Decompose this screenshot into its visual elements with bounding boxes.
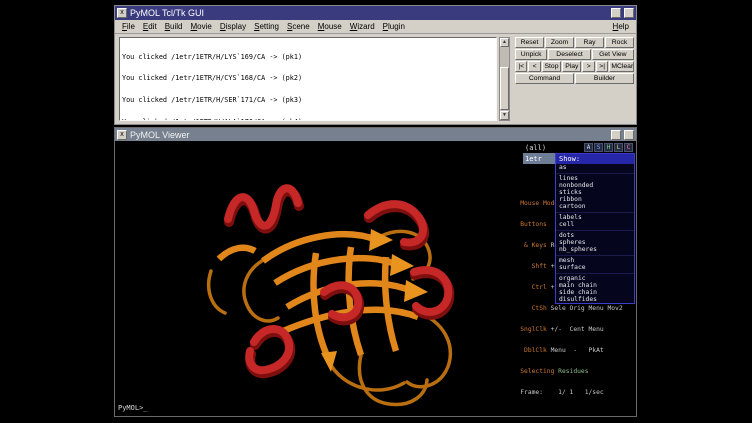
menu-item-dots[interactable]: dots bbox=[556, 230, 634, 239]
mclear-button[interactable]: MClear bbox=[609, 61, 634, 72]
menu-item-side-chain[interactable]: side chain bbox=[556, 289, 634, 296]
menu-item-main-chain[interactable]: main chain bbox=[556, 282, 634, 289]
menu-help[interactable]: Help bbox=[609, 22, 633, 31]
rock-button[interactable]: Rock bbox=[605, 37, 634, 48]
play-button[interactable]: Play bbox=[562, 61, 581, 72]
builder-button[interactable]: Builder bbox=[575, 73, 634, 84]
step-back-button[interactable]: < bbox=[528, 61, 540, 72]
deselect-button[interactable]: Deselect bbox=[548, 49, 590, 60]
menu-item-surface[interactable]: surface bbox=[556, 264, 634, 271]
menu-item-nb-spheres[interactable]: nb_spheres bbox=[556, 246, 634, 253]
scrollbar-thumb[interactable] bbox=[500, 67, 509, 110]
mouse-row: SnglClk +/- Cent Menu bbox=[520, 326, 634, 333]
console-scrollbar[interactable]: ▲ ▼ bbox=[499, 37, 510, 121]
scroll-down-icon[interactable]: ▼ bbox=[500, 111, 509, 120]
menu-item-lines[interactable]: lines bbox=[556, 173, 634, 182]
step-forward-button[interactable]: > bbox=[582, 61, 594, 72]
maximize-button[interactable] bbox=[624, 8, 634, 18]
minimize-button[interactable] bbox=[611, 130, 621, 140]
object-label: (all) bbox=[525, 144, 546, 152]
object-row-all[interactable]: (all) A S H L C bbox=[523, 142, 635, 153]
color-button[interactable]: C bbox=[624, 143, 633, 152]
menu-item-sticks[interactable]: sticks bbox=[556, 189, 634, 196]
menu-setting[interactable]: Setting bbox=[250, 22, 283, 31]
menu-file[interactable]: File bbox=[118, 22, 139, 31]
menu-mouse[interactable]: Mouse bbox=[314, 22, 346, 31]
minimize-button[interactable] bbox=[611, 8, 621, 18]
ashlc-buttons: A S H L C bbox=[584, 143, 633, 152]
ray-button[interactable]: Ray bbox=[575, 37, 604, 48]
unpick-button[interactable]: Unpick bbox=[515, 49, 547, 60]
scroll-up-icon[interactable]: ▲ bbox=[500, 38, 509, 47]
menu-build[interactable]: Build bbox=[161, 22, 187, 31]
console-line: You clicked /1etr/1ETR/H/SER`171/CA -> (… bbox=[122, 97, 494, 104]
selecting-line: Selecting Residues bbox=[520, 368, 634, 375]
get-view-button[interactable]: Get View bbox=[592, 49, 634, 60]
beta-sheets bbox=[219, 234, 418, 360]
close-icon[interactable]: x bbox=[117, 130, 127, 140]
gui-menubar: File Edit Build Movie Display Setting Sc… bbox=[115, 20, 636, 34]
maximize-button[interactable] bbox=[624, 130, 634, 140]
hide-button[interactable]: H bbox=[604, 143, 613, 152]
label-button[interactable]: L bbox=[614, 143, 623, 152]
menu-wizard[interactable]: Wizard bbox=[346, 22, 379, 31]
gui-titlebar[interactable]: x PyMOL Tcl/Tk GUI bbox=[115, 6, 636, 20]
viewer-titlebar[interactable]: x PyMOL Viewer bbox=[115, 128, 636, 141]
menu-item-ribbon[interactable]: ribbon bbox=[556, 196, 634, 203]
gui-window-title: PyMOL Tcl/Tk GUI bbox=[130, 8, 204, 18]
command-button[interactable]: Command bbox=[515, 73, 574, 84]
mouse-row: DblClk Menu - PkAt bbox=[520, 347, 634, 354]
console-line: You clicked /1etr/1ETR/H/CYS`168/CA -> (… bbox=[122, 75, 494, 82]
menu-item-disulfides[interactable]: disulfides bbox=[556, 296, 634, 303]
menu-item-organic[interactable]: organic bbox=[556, 273, 634, 282]
viewport-3d[interactable]: (all) A S H L C 1etr Show: as lines bbox=[115, 141, 636, 416]
menu-display[interactable]: Display bbox=[216, 22, 250, 31]
close-icon[interactable]: x bbox=[117, 8, 127, 18]
control-button-panel: Reset Zoom Ray Rock Unpick Deselect Get … bbox=[515, 37, 634, 85]
zoom-button[interactable]: Zoom bbox=[545, 37, 574, 48]
console-line: You clicked /1etr/1ETR/H/ALA`170/CA -> (… bbox=[122, 119, 494, 121]
fast-forward-button[interactable]: >| bbox=[596, 61, 608, 72]
menu-plugin[interactable]: Plugin bbox=[379, 22, 409, 31]
menu-item-cell[interactable]: cell bbox=[556, 221, 634, 228]
menu-scene[interactable]: Scene bbox=[283, 22, 314, 31]
object-label: 1etr bbox=[525, 155, 542, 163]
rewind-button[interactable]: |< bbox=[515, 61, 527, 72]
menu-item-labels[interactable]: labels bbox=[556, 212, 634, 221]
menu-item-mesh[interactable]: mesh bbox=[556, 255, 634, 264]
show-menu-header: Show: bbox=[556, 154, 634, 164]
action-button[interactable]: A bbox=[584, 143, 593, 152]
desktop: x PyMOL Tcl/Tk GUI File Edit Build Movie… bbox=[0, 0, 752, 423]
stop-button[interactable]: Stop bbox=[542, 61, 561, 72]
menu-item-as[interactable]: as bbox=[556, 164, 634, 171]
console-line: You clicked /1etr/1ETR/H/LYS`169/CA -> (… bbox=[122, 54, 494, 61]
console-output[interactable]: You clicked /1etr/1ETR/H/LYS`169/CA -> (… bbox=[119, 37, 497, 121]
show-menu: Show: as lines nonbonded sticks ribbon c… bbox=[555, 153, 635, 304]
menu-edit[interactable]: Edit bbox=[139, 22, 161, 31]
menu-item-spheres[interactable]: spheres bbox=[556, 239, 634, 246]
reset-button[interactable]: Reset bbox=[515, 37, 544, 48]
menu-item-nonbonded[interactable]: nonbonded bbox=[556, 182, 634, 189]
gui-body: You clicked /1etr/1ETR/H/LYS`169/CA -> (… bbox=[115, 34, 636, 125]
command-prompt[interactable]: PyMOL>_ bbox=[118, 404, 148, 412]
pymol-gui-window: x PyMOL Tcl/Tk GUI File Edit Build Movie… bbox=[114, 5, 637, 125]
menu-item-cartoon[interactable]: cartoon bbox=[556, 203, 634, 210]
show-button[interactable]: S bbox=[594, 143, 603, 152]
pymol-viewer-window: x PyMOL Viewer bbox=[114, 127, 637, 417]
menu-movie[interactable]: Movie bbox=[187, 22, 216, 31]
frame-line: Frame: 1/ 1 1/sec bbox=[520, 389, 634, 396]
mouse-row: CtSh Sele Orig Menu Mov2 bbox=[520, 305, 634, 312]
viewer-window-title: PyMOL Viewer bbox=[130, 130, 190, 140]
